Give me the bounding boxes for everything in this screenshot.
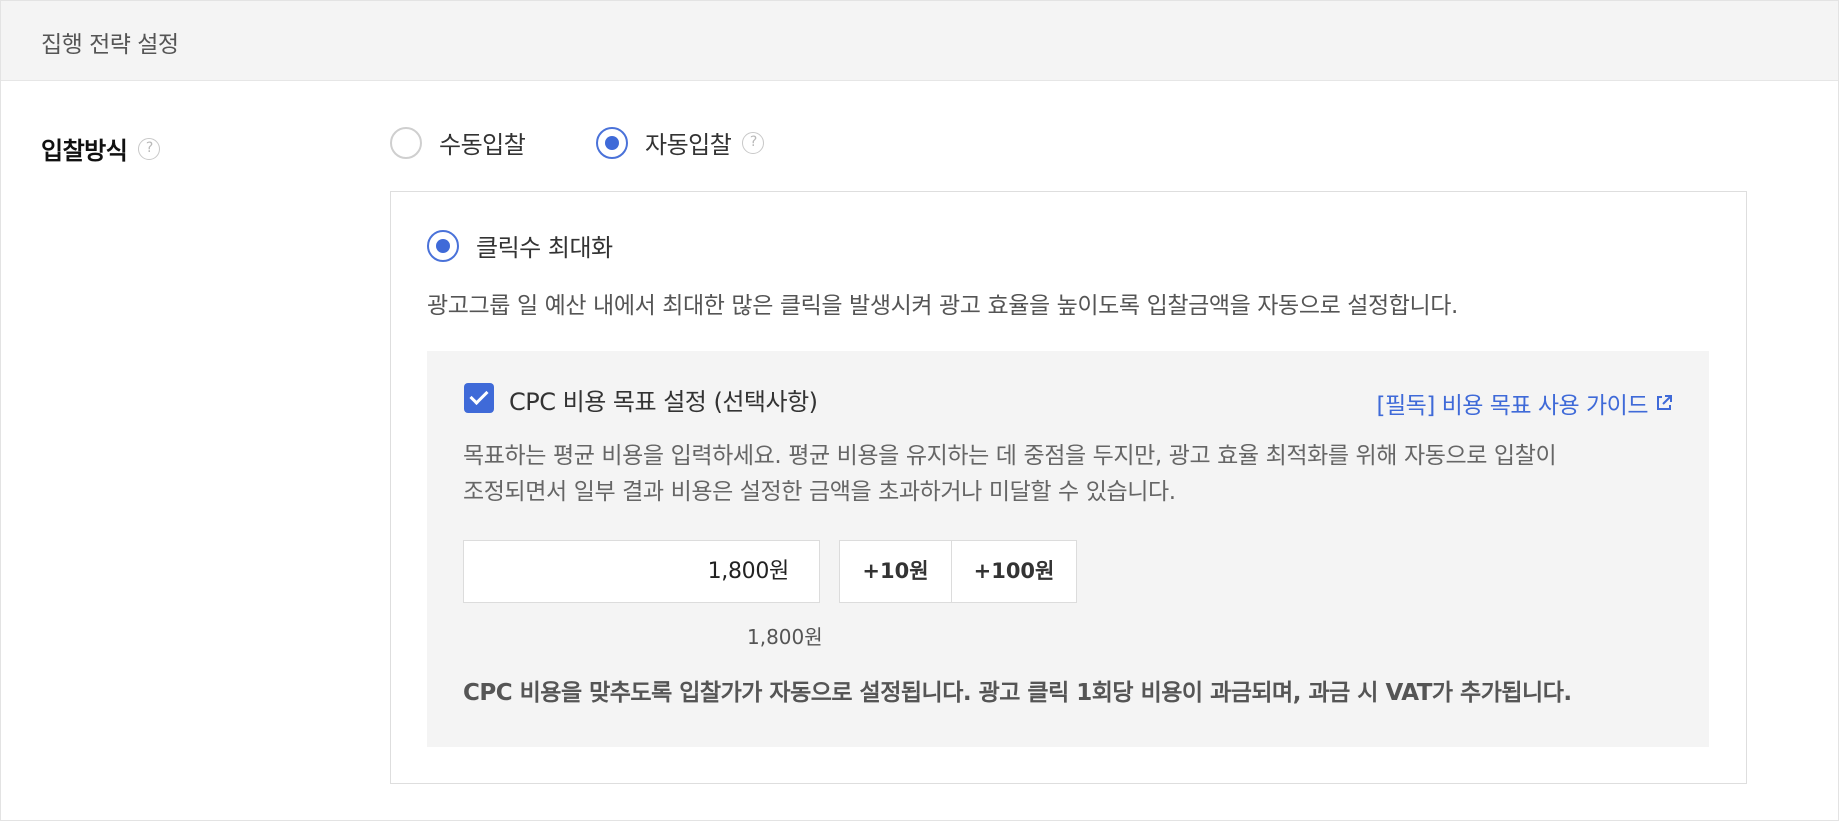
radio-button-selected[interactable] xyxy=(596,126,628,159)
cpc-guide-link[interactable]: [필독] 비용 목표 사용 가이드 xyxy=(1377,386,1674,420)
maximize-clicks-description: 광고그룹 일 예산 내에서 최대한 많은 클릭을 발생시켜 광고 효율을 높이도… xyxy=(427,293,1458,319)
cpc-amount-input[interactable]: 1,800원 xyxy=(463,540,820,603)
radio-button-selected[interactable] xyxy=(427,229,459,262)
panel-title: 집행 전략 설정 xyxy=(41,32,179,58)
plus-100-won-button[interactable]: +100원 xyxy=(951,540,1077,603)
radio-manual-bid[interactable]: 수동입찰 xyxy=(390,125,526,160)
radio-auto-bid[interactable]: 자동입찰 ? xyxy=(596,125,765,160)
bid-method-label: 입찰방식 xyxy=(41,137,128,165)
cpc-billing-note: CPC 비용을 맞추도록 입찰가가 자동으로 설정됩니다. 광고 클릭 1회당 … xyxy=(463,680,1572,706)
cpc-description-line-2: 조정되면서 일부 결과 비용은 설정한 금액을 초과하거나 미달할 수 있습니다… xyxy=(463,479,1176,505)
radio-button[interactable] xyxy=(390,126,422,159)
external-link-icon xyxy=(1657,395,1672,410)
cpc-description-line-1: 목표하는 평균 비용을 입력하세요. 평균 비용을 유지하는 데 중점을 두지만… xyxy=(463,443,1557,469)
panel-header: 집행 전략 설정 xyxy=(1,1,1838,81)
bid-method-label-row: 입찰방식 ? xyxy=(41,131,161,166)
cpc-guide-link-label[interactable]: [필독] 비용 목표 사용 가이드 xyxy=(1377,386,1649,420)
strategy-settings-panel: 집행 전략 설정 입찰방식 ? 수동입찰 자동입찰 ? 클릭수 최대화 광고그룹… xyxy=(0,0,1839,821)
plus-10-won-button[interactable]: +10원 xyxy=(839,540,952,603)
radio-manual-bid-label: 수동입찰 xyxy=(439,131,526,159)
cpc-target-checkbox[interactable] xyxy=(464,383,494,413)
question-circle-icon[interactable]: ? xyxy=(138,137,161,160)
radio-auto-bid-label: 자동입찰 xyxy=(645,131,732,159)
cpc-amount-echo: 1,800원 xyxy=(747,625,823,649)
cpc-target-description: 목표하는 평균 비용을 입력하세요. 평균 비용을 유지하는 데 중점을 두지만… xyxy=(463,438,1683,510)
question-circle-icon[interactable]: ? xyxy=(742,131,765,154)
maximize-clicks-label: 클릭수 최대화 xyxy=(476,234,613,262)
radio-maximize-clicks[interactable]: 클릭수 최대화 xyxy=(427,228,613,263)
cpc-target-title: CPC 비용 목표 설정 (선택사항) xyxy=(509,388,818,416)
